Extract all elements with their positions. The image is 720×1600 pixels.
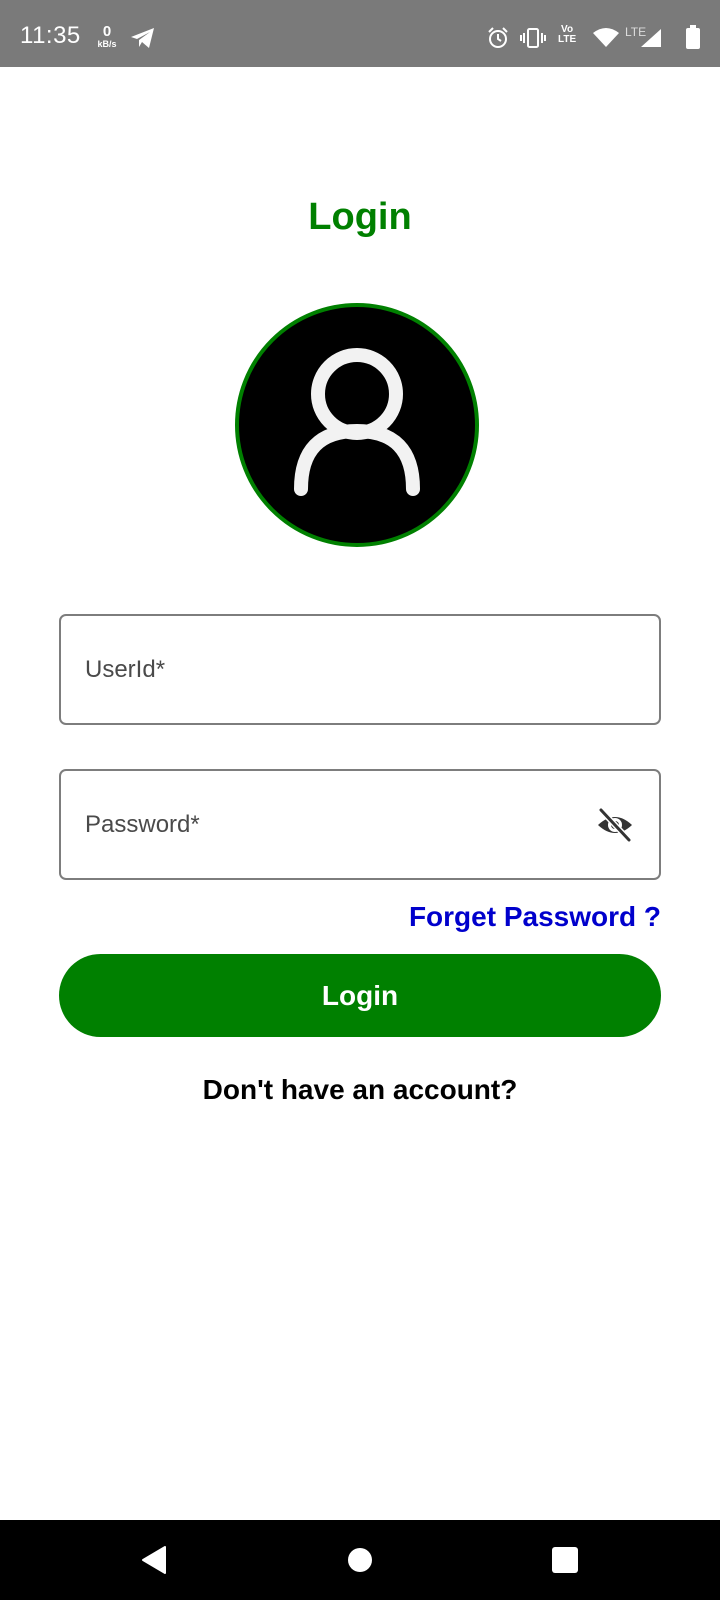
eye-off-icon[interactable] <box>595 805 635 845</box>
avatar <box>235 303 479 547</box>
user-icon <box>294 348 420 496</box>
page-title: Login <box>308 196 412 238</box>
navigation-bar <box>0 1520 720 1600</box>
signup-link[interactable]: Don't have an account? <box>0 1074 720 1106</box>
login-button[interactable]: Login <box>59 954 661 1037</box>
userid-input[interactable] <box>85 616 605 723</box>
volte-bottom-label: LTE <box>558 34 577 45</box>
network-speed-unit: kB/s <box>97 39 117 49</box>
password-field[interactable] <box>59 769 661 880</box>
alarm-icon <box>486 26 510 54</box>
userid-field[interactable] <box>59 614 661 725</box>
recents-icon[interactable] <box>525 1520 605 1600</box>
status-time: 11:35 <box>20 22 81 49</box>
network-speed-value: 0 <box>102 23 112 40</box>
forgot-password-link[interactable]: Forget Password ? <box>409 901 661 933</box>
vibrate-icon <box>520 28 546 52</box>
battery-icon <box>686 25 700 53</box>
status-bar: 11:35 0 kB/s Vo LTE LTE <box>0 0 720 67</box>
signal-icon <box>640 28 662 52</box>
volte-icon: Vo LTE <box>558 25 576 45</box>
telegram-icon <box>130 26 156 54</box>
home-icon[interactable] <box>320 1520 400 1600</box>
password-input[interactable] <box>85 771 605 878</box>
back-icon[interactable] <box>115 1520 195 1600</box>
network-speed: 0 kB/s <box>92 24 122 49</box>
wifi-icon <box>592 26 620 52</box>
